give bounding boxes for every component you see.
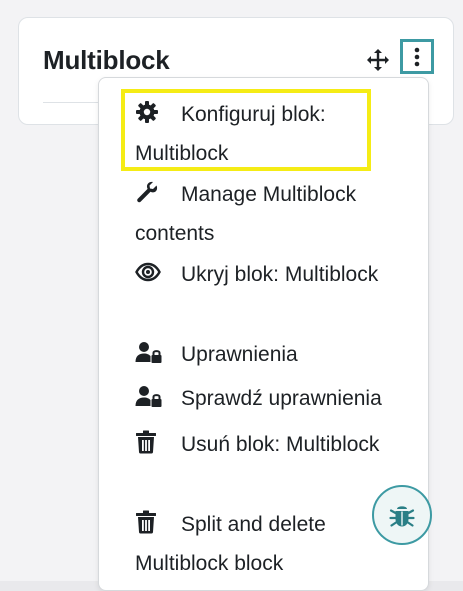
menu-item-label: Split and delete Multiblock block bbox=[135, 513, 326, 575]
wrench-icon bbox=[135, 178, 161, 203]
kebab-icon bbox=[414, 47, 420, 67]
block-actions-menu-button[interactable] bbox=[400, 39, 434, 74]
block-title: Multiblock bbox=[43, 45, 170, 75]
menu-item-check-permissions[interactable]: Sprawdź uprawnienia bbox=[135, 379, 405, 418]
trash-icon bbox=[135, 428, 161, 454]
menu-item-delete-block[interactable]: Usuń blok: Multiblock bbox=[135, 425, 405, 464]
menu-item-permissions[interactable]: Uprawnienia bbox=[135, 335, 405, 374]
menu-item-manage-contents[interactable]: Manage Multiblock contents bbox=[135, 175, 405, 253]
menu-item-hide-block[interactable]: Ukryj blok: Multiblock bbox=[135, 255, 405, 294]
menu-item-label: Sprawdź uprawnienia bbox=[181, 387, 382, 410]
menu-item-label: Usuń blok: Multiblock bbox=[181, 433, 380, 456]
menu-item-label: Uprawnienia bbox=[181, 343, 298, 366]
bug-icon bbox=[389, 506, 415, 527]
user-lock-icon bbox=[135, 338, 162, 363]
menu-item-label: Manage Multiblock contents bbox=[135, 183, 357, 245]
eye-icon bbox=[135, 258, 161, 282]
highlight-box bbox=[121, 89, 371, 171]
user-lock-icon bbox=[135, 382, 162, 407]
menu-item-split-delete[interactable]: Split and delete Multiblock block bbox=[135, 505, 405, 583]
trash-icon bbox=[135, 508, 161, 534]
debug-button[interactable] bbox=[372, 485, 432, 545]
move-icon[interactable] bbox=[366, 48, 390, 72]
menu-item-label: Ukryj blok: Multiblock bbox=[181, 263, 379, 286]
